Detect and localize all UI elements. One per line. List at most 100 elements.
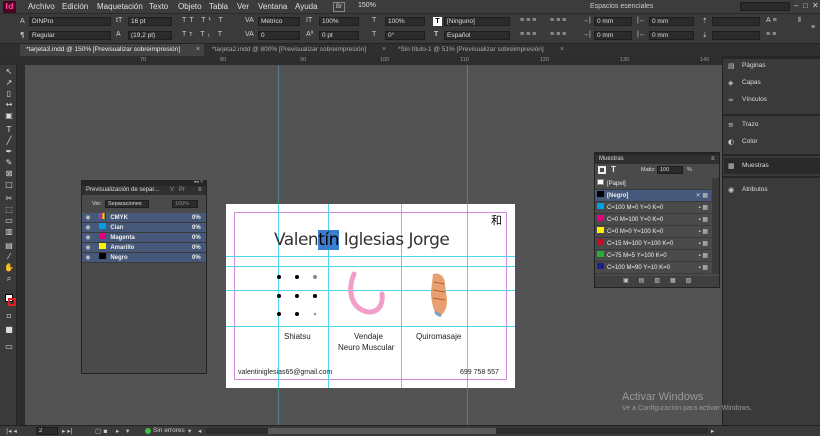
apply-color-icon[interactable]: ■ <box>4 325 14 335</box>
close-tab-icon[interactable]: × <box>196 46 200 53</box>
right-indent-field[interactable]: 0 mm <box>649 17 694 26</box>
view-select[interactable]: Separaciones <box>105 200 149 208</box>
paragraph-mode-icon[interactable]: ¶ <box>20 31 24 39</box>
last-line-indent-field[interactable]: 0 mm <box>649 31 694 40</box>
fill-color-icon[interactable]: T <box>433 17 442 26</box>
list-item[interactable]: C=0 M=0 Y=100 K=0 ▪ ▦ <box>595 226 711 238</box>
gradient-feather-tool-icon[interactable]: ▥ <box>4 227 14 237</box>
scrollbar-thumb[interactable] <box>268 428 496 434</box>
list-item[interactable]: ◉ Magenta 0% <box>82 233 206 243</box>
stroke-color-icon[interactable]: T <box>434 31 438 38</box>
language-field[interactable]: Español <box>444 31 510 40</box>
drop-cap-icons[interactable]: A≡ <box>766 17 779 24</box>
hand-tool-icon[interactable]: ✋ <box>4 263 14 273</box>
dock-item-color[interactable]: ◐ Color <box>728 134 758 150</box>
list-item[interactable]: C=75 M=5 Y=100 K=0 ▪ ▦ <box>595 250 711 262</box>
zoom-select[interactable]: 150% <box>358 2 376 9</box>
preflight-profile-icon[interactable]: ▸ <box>116 427 119 435</box>
content-collector-icon[interactable]: ▣ <box>4 111 14 121</box>
text-formatting-icon[interactable]: T <box>611 165 616 174</box>
page-number-field[interactable]: 2 <box>36 427 58 435</box>
panel-menu-icon[interactable]: ≡ <box>198 186 202 195</box>
opacity-field[interactable]: 100% <box>172 200 198 208</box>
eye-icon[interactable]: ◉ <box>82 233 94 243</box>
type-tool-icon[interactable]: T <box>4 125 14 135</box>
scissors-tool-icon[interactable]: ✂ <box>4 194 14 204</box>
first-page-icon[interactable]: |◂ ◂ <box>6 427 17 435</box>
collapse-icon[interactable]: ◂◂ × <box>194 179 203 185</box>
character-style-field[interactable]: [Ninguno] <box>444 17 510 26</box>
search-input[interactable] <box>740 2 790 11</box>
vertical-ruler[interactable] <box>17 65 25 425</box>
justify-center-icons[interactable]: ≡≡≡ <box>550 17 568 24</box>
small-caps-icons[interactable]: Tᴛ T₁ T <box>182 31 225 38</box>
list-item[interactable]: C=100 M=90 Y=10 K=0 ▪ ▦ <box>595 262 711 274</box>
business-card-page[interactable]: 和 Valentín Iglesias Jorge Shiatsu Vendaj… <box>226 204 515 388</box>
list-item[interactable]: C=100 M=0 Y=0 K=0 ▪ ▦ <box>595 202 711 214</box>
horizontal-scrollbar[interactable] <box>206 428 708 434</box>
menu-item-tabla[interactable]: Tabla <box>209 2 228 11</box>
space-after-field[interactable] <box>712 31 760 40</box>
list-item[interactable]: [Papel] <box>595 178 711 190</box>
list-item[interactable]: C=0 M=100 Y=0 K=0 ▪ ▦ <box>595 214 711 226</box>
zoom-tool-icon[interactable]: ⌕ <box>4 274 14 284</box>
dock-item-paginas[interactable]: ▤ Páginas <box>728 58 766 74</box>
menu-item-maquetaci-n[interactable]: Maquetación <box>97 2 143 11</box>
menu-item-ventana[interactable]: Ventana <box>258 2 287 11</box>
screen-mode-icon[interactable]: ▭ <box>4 342 14 352</box>
panel-tab[interactable]: V <box>170 186 174 195</box>
workspace-select[interactable]: Espacios esenciales <box>590 3 653 10</box>
open-page-icon[interactable]: ▢ ▪ <box>95 427 108 435</box>
horizontal-scale-field[interactable]: 100% <box>385 17 425 26</box>
list-item[interactable]: [Negro] ✕ ▦ <box>595 190 711 202</box>
tab-tarjeta3[interactable]: *tarjeta3.indd @ 150% [Previsualizar sob… <box>20 44 204 56</box>
character-mode-icon[interactable]: A <box>20 17 25 25</box>
justify-icons[interactable]: ≡≡≡ <box>520 31 538 38</box>
font-family-field[interactable]: DINPro <box>29 17 111 26</box>
panel-menu-icon[interactable]: ≡ <box>811 24 815 31</box>
grid-align-icons[interactable]: ≡≡ <box>766 31 778 38</box>
menu-item-texto[interactable]: Texto <box>149 2 168 11</box>
list-item[interactable]: ◉ Amarillo 0% <box>82 243 206 253</box>
preflight-dropdown-icon[interactable]: ▾ <box>188 427 191 435</box>
note-tool-icon[interactable]: ▤ <box>4 241 14 251</box>
gap-tool-icon[interactable]: ↔ <box>4 100 14 110</box>
align-spine-icons[interactable]: ≡≡≡ <box>550 31 568 38</box>
rectangle-frame-tool-icon[interactable]: ⊠ <box>4 169 14 179</box>
list-item[interactable]: ◉ Cian 0% <box>82 223 206 233</box>
menu-item-ver[interactable]: Ver <box>237 2 249 11</box>
eye-icon[interactable]: ◉ <box>82 243 94 253</box>
pencil-tool-icon[interactable]: ✎ <box>4 158 14 168</box>
baseline-shift-field[interactable]: 0 pt <box>319 31 359 40</box>
next-page-icon[interactable]: ▸ ▸| <box>62 427 73 435</box>
menu-item-archivo[interactable]: Archivo <box>28 2 55 11</box>
bridge-button[interactable]: Br <box>333 2 345 12</box>
page-tool-icon[interactable]: ▯ <box>4 89 14 99</box>
card-name[interactable]: Valentín Iglesias Jorge <box>274 230 450 250</box>
selection-tool-icon[interactable]: ↖ <box>4 67 14 77</box>
free-transform-tool-icon[interactable]: ⬚ <box>4 205 14 215</box>
menu-item-edici-n[interactable]: Edición <box>62 2 88 11</box>
close-tab-icon[interactable]: × <box>560 46 564 53</box>
tab-tarjeta2[interactable]: *tarjeta2.indd @ 800% [Previsualizar sob… <box>206 44 390 56</box>
columns-icon[interactable]: ⫴ <box>798 17 801 25</box>
preflight-menu-icon[interactable]: ▾ <box>126 427 129 435</box>
close-tab-icon[interactable]: × <box>382 46 386 53</box>
close-icon[interactable]: ✕ <box>812 1 819 10</box>
tint-field[interactable]: 100 <box>657 166 683 174</box>
tab-sin-titulo[interactable]: *Sin título-1 @ 51% [Previsualizar sobre… <box>392 44 567 56</box>
eye-icon[interactable]: ◉ <box>82 213 94 223</box>
hscroll-right-icon[interactable]: ▸ <box>711 427 714 435</box>
list-item[interactable]: ◉ CMYK 0% <box>82 213 206 223</box>
line-tool-icon[interactable]: ╱ <box>4 136 14 146</box>
tracking-field[interactable]: 0 <box>258 31 300 40</box>
minimize-icon[interactable]: – <box>794 1 798 10</box>
horizontal-ruler[interactable]: 70 80 90 100 110 120 130 140 <box>0 56 722 65</box>
gradient-tool-icon[interactable]: ▭ <box>4 216 14 226</box>
rectangle-tool-icon[interactable]: □ <box>4 180 14 190</box>
align-left-icons[interactable]: ≡≡≡ <box>520 17 538 24</box>
first-line-indent-field[interactable]: 0 mm <box>594 31 632 40</box>
vertical-scale-field[interactable]: 100% <box>319 17 359 26</box>
pen-tool-icon[interactable]: ✒ <box>4 147 14 157</box>
eye-icon[interactable]: ◉ <box>82 253 94 263</box>
